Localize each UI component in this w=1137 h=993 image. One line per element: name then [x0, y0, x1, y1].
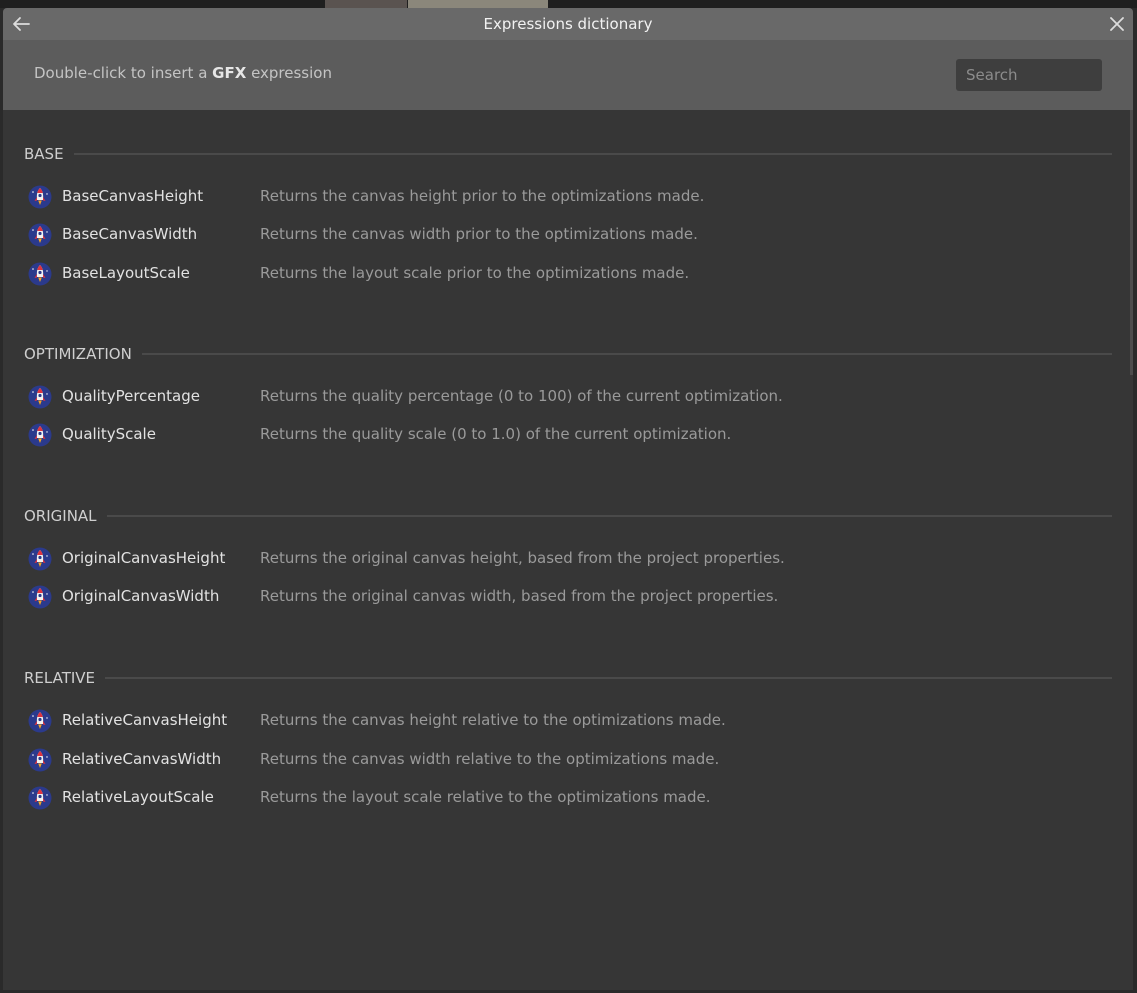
expression-name: QualityScale — [62, 425, 156, 443]
section-header: ORIGINAL — [24, 506, 1112, 526]
hint-prefix: Double-click to insert a — [34, 64, 213, 82]
rocket-icon — [28, 262, 52, 286]
rocket-icon — [28, 423, 52, 447]
background-strip — [0, 0, 1137, 8]
expression-name: OriginalCanvasWidth — [62, 587, 220, 605]
expression-description: Returns the canvas width prior to the op… — [260, 225, 698, 243]
scrollbar[interactable] — [1130, 110, 1133, 375]
expression-item[interactable]: RelativeCanvasHeight Returns the canvas h… — [28, 706, 1108, 736]
rocket-icon — [28, 585, 52, 609]
expression-name: BaseCanvasWidth — [62, 225, 198, 243]
expression-item[interactable]: QualityScale Returns the quality scale (0… — [28, 420, 1108, 450]
expression-description: Returns the canvas height prior to the o… — [260, 187, 705, 205]
section-header: RELATIVE — [24, 668, 1112, 688]
section-header: OPTIMIZATION — [24, 344, 1112, 364]
background-tab — [325, 0, 407, 8]
arrow-left-icon — [13, 17, 30, 31]
expression-description: Returns the quality percentage (0 to 100… — [260, 387, 783, 405]
section-divider — [141, 353, 1112, 355]
rocket-icon — [28, 223, 52, 247]
expression-item[interactable]: OriginalCanvasWidth Returns the original … — [28, 582, 1108, 612]
expression-description: Returns the original canvas width, based… — [260, 587, 779, 605]
section-divider — [105, 677, 1112, 679]
title-bar: Expressions dictionary — [3, 8, 1133, 40]
close-button[interactable] — [1107, 14, 1127, 34]
expression-description: Returns the quality scale (0 to 1.0) of … — [260, 425, 732, 443]
expression-item[interactable]: RelativeLayoutScale Returns the layout sc… — [28, 783, 1108, 813]
expression-name: RelativeCanvasHeight — [62, 711, 228, 729]
back-button[interactable] — [11, 14, 31, 34]
section-title: ORIGINAL — [24, 507, 97, 525]
expression-description: Returns the layout scale prior to the op… — [260, 264, 690, 282]
expression-name: BaseCanvasHeight — [62, 187, 204, 205]
expression-description: Returns the original canvas height, base… — [260, 549, 785, 567]
section-header: BASE — [24, 144, 1112, 164]
section-divider — [106, 515, 1112, 517]
expression-name: BaseLayoutScale — [62, 264, 190, 282]
section-title: OPTIMIZATION — [24, 345, 132, 363]
dialog-title: Expressions dictionary — [483, 15, 653, 33]
search-input[interactable] — [956, 59, 1102, 91]
expression-description: Returns the canvas width relative to the… — [260, 750, 720, 768]
background-tab — [408, 0, 548, 8]
rocket-icon — [28, 185, 52, 209]
rocket-icon — [28, 786, 52, 810]
expression-item[interactable]: QualityPercentage Returns the quality per… — [28, 382, 1108, 412]
rocket-icon — [28, 547, 52, 571]
insert-hint: Double-click to insert a GFX expression — [34, 64, 332, 82]
expression-description: Returns the canvas height relative to th… — [260, 711, 726, 729]
expression-item[interactable]: RelativeCanvasWidth Returns the canvas wi… — [28, 745, 1108, 775]
rocket-icon — [28, 385, 52, 409]
expression-name: RelativeLayoutScale — [62, 788, 214, 806]
expression-name: OriginalCanvasHeight — [62, 549, 226, 567]
section-title: BASE — [24, 145, 64, 163]
dialog-header: Double-click to insert a GFX expression — [3, 40, 1133, 110]
expression-description: Returns the layout scale relative to the… — [260, 788, 711, 806]
rocket-icon — [28, 709, 52, 733]
expression-item[interactable]: OriginalCanvasHeight Returns the original… — [28, 544, 1108, 574]
expression-item[interactable]: BaseLayoutScale Returns the layout scale … — [28, 259, 1108, 289]
expression-name: RelativeCanvasWidth — [62, 750, 222, 768]
expression-item[interactable]: BaseCanvasHeight Returns the canvas heigh… — [28, 182, 1108, 212]
expressions-dictionary-dialog: Expressions dictionary Double-click to i… — [3, 8, 1133, 990]
expression-item[interactable]: BaseCanvasWidth Returns the canvas width … — [28, 220, 1108, 250]
expression-name: QualityPercentage — [62, 387, 200, 405]
section-divider — [73, 153, 1112, 155]
hint-gfx: GFX — [212, 64, 247, 82]
close-icon — [1110, 17, 1124, 31]
hint-suffix: expression — [246, 64, 332, 82]
rocket-icon — [28, 748, 52, 772]
section-title: RELATIVE — [24, 669, 96, 687]
